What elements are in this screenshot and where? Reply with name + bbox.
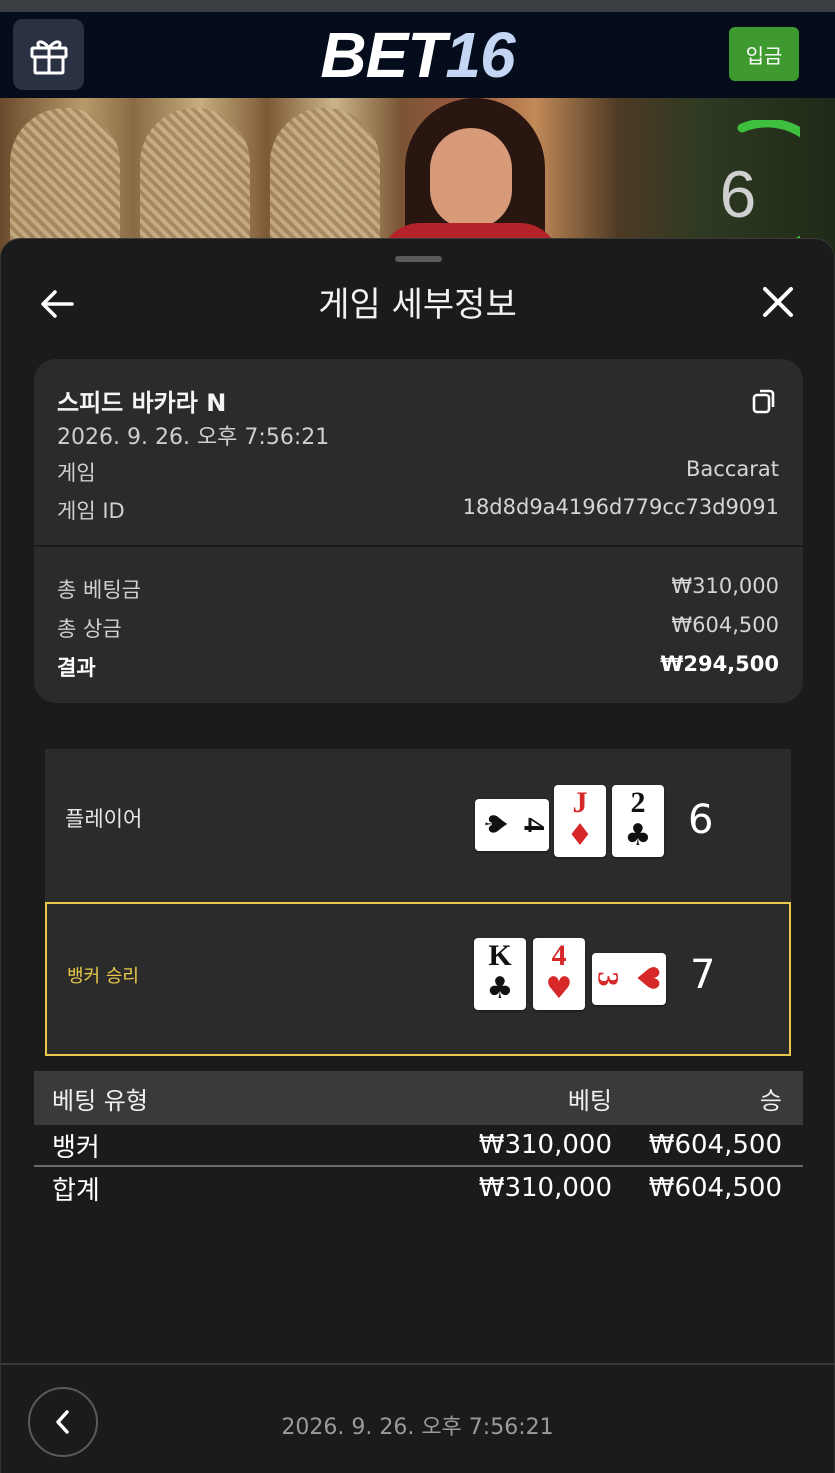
total-win-label: 총 상금 [57,617,122,641]
game-info-card: 스피드 바카라 N 2026. 9. 26. 오후 7:56:21 게임 Bac… [34,359,803,703]
table-total-row: 합계 ₩310,000 ₩604,500 [34,1167,803,1209]
win-amount-cell: ₩604,500 [648,1130,782,1160]
footer-datetime: 2026. 9. 26. 오후 7:56:21 [281,1415,554,1440]
playing-card: 3 ♥ [592,953,666,1005]
card-rank: K [488,939,512,972]
card-suit: ♠ [477,810,513,838]
card-suit: ♥ [545,971,573,1006]
game-datetime: 2026. 9. 26. 오후 7:56:21 [57,425,330,450]
footer-divider [1,1363,835,1365]
player-hand: 플레이어 ♠ 4 J ♦ 2 ♣ 6 [45,749,791,903]
sheet-title: 게임 세부정보 [318,285,517,325]
game-id-value: 18d8d9a4196d779cc73d9091 [462,495,779,519]
card-suit: ♣ [486,971,514,1006]
total-bet-row: 총 베팅금 ₩310,000 [57,574,779,604]
copy-icon[interactable] [751,387,777,415]
deposit-button[interactable]: 입금 [729,27,799,81]
header-win: 승 [759,1086,782,1115]
total-bet-label: 총 베팅금 [57,578,141,602]
total-win-cell: ₩604,500 [648,1173,782,1203]
game-id-row: 게임 ID 18d8d9a4196d779cc73d9091 [57,495,779,525]
card-divider [34,545,803,547]
bets-table: 베팅 유형 베팅 승 뱅커 ₩310,000 ₩604,500 합계 ₩310,… [34,1071,803,1209]
game-name: 스피드 바카라 N [57,389,227,417]
playing-card: 2 ♣ [612,785,664,857]
total-win-row: 총 상금 ₩604,500 [57,613,779,643]
backdrop-panel [10,108,120,258]
header-bet-type: 베팅 유형 [52,1086,148,1115]
card-rank: 2 [630,786,646,819]
total-type-cell: 합계 [52,1175,100,1206]
total-bet-value: ₩310,000 [671,574,779,598]
playing-card: K ♣ [474,938,526,1010]
game-type-row: 게임 Baccarat [57,457,779,487]
close-icon[interactable] [761,285,795,319]
player-score: 6 [688,797,714,843]
player-hand-label: 플레이어 [65,807,143,831]
playing-card: 4 ♥ [533,938,585,1010]
app-header: BET16 입금 [0,12,835,98]
card-rank: 4 [517,817,551,833]
header-bet: 베팅 [567,1086,612,1115]
total-win-value: ₩604,500 [671,613,779,637]
result-row: 결과 ₩294,500 [57,652,779,682]
banker-score: 7 [690,952,716,998]
result-label: 결과 [57,656,96,680]
bet16-logo: BET16 [320,19,515,91]
card-rank: 4 [551,939,567,972]
game-id-label: 게임 ID [57,499,125,523]
bet-amount-cell: ₩310,000 [478,1130,612,1160]
top-status-strip [0,0,835,12]
game-type-label: 게임 [57,461,96,485]
countdown-number: 6 [719,157,757,231]
total-bet-cell: ₩310,000 [478,1173,612,1203]
game-type-value: Baccarat [686,457,779,481]
live-video-feed: 6 [0,98,835,258]
sheet-drag-handle[interactable] [395,256,442,262]
card-rank: J [572,786,588,819]
table-row: 뱅커 ₩310,000 ₩604,500 [34,1125,803,1167]
card-rank: 3 [591,971,625,987]
result-value: ₩294,500 [660,652,779,676]
card-suit: ♥ [629,964,665,992]
playing-card: J ♦ [554,785,606,857]
card-suit: ♣ [624,818,652,853]
game-details-sheet: 게임 세부정보 스피드 바카라 N 2026. 9. 26. 오후 7:56:2… [0,238,835,1473]
banker-hand: 뱅커 승리 K ♣ 4 ♥ 3 ♥ 7 [45,902,791,1056]
card-suit: ♦ [566,818,594,853]
playing-card: ♠ 4 [475,799,551,851]
backdrop-panel [270,108,380,258]
backdrop-panel [140,108,250,258]
dealer-face [430,128,512,228]
bets-table-header: 베팅 유형 베팅 승 [34,1071,803,1125]
banker-hand-label: 뱅커 승리 [67,966,139,987]
bet-type-cell: 뱅커 [52,1132,100,1163]
